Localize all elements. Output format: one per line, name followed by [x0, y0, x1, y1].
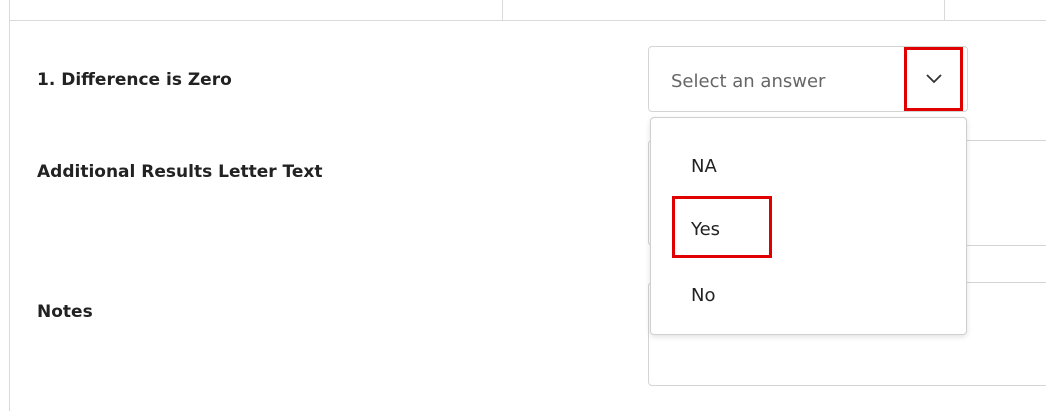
additional-results-letter-text-label: Additional Results Letter Text: [37, 162, 323, 182]
panel-left-border: [9, 0, 10, 411]
form-page: 1. Difference is Zero Additional Results…: [0, 0, 1046, 411]
option-yes[interactable]: Yes: [691, 219, 720, 240]
question-label: 1. Difference is Zero: [37, 70, 232, 90]
table-column-divider: [944, 0, 945, 20]
answer-options-list: NA Yes No: [650, 117, 967, 335]
option-no[interactable]: No: [691, 285, 715, 306]
dropdown-toggle-button[interactable]: [904, 47, 963, 111]
option-na[interactable]: NA: [691, 156, 717, 177]
chevron-down-icon: [925, 74, 942, 84]
select-placeholder: Select an answer: [671, 71, 826, 92]
table-column-divider: [502, 0, 503, 20]
top-table-row: [9, 0, 1046, 21]
notes-label: Notes: [37, 302, 93, 322]
